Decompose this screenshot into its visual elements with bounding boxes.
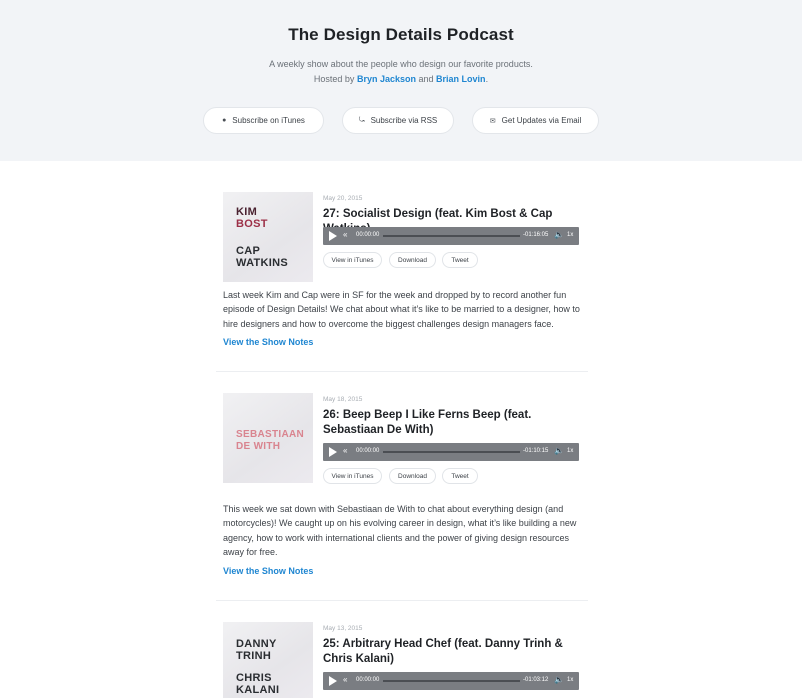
episode-cover[interactable]: KIM BOST CAP WATKINS [223,192,313,282]
view-in-itunes-button[interactable]: View in iTunes [323,252,382,268]
subscribe-rss-label: Subscribe via RSS [370,116,438,125]
rewind-icon[interactable]: « [343,675,347,684]
host-link-brian[interactable]: Brian Lovin [436,74,486,84]
hosts-line: Hosted by Bryn Jackson and Brian Lovin. [0,72,802,87]
episode-description: This week we sat down with Sebastiaan de… [223,504,577,557]
episode-cover[interactable]: SEBASTIAAN DE WITH [223,393,313,483]
tagline-text: A weekly show about the people who desig… [269,59,533,69]
microphone-icon: ● [222,117,227,124]
envelope-icon: ✉ [489,117,496,125]
play-icon[interactable] [329,676,337,686]
show-notes-link[interactable]: View the Show Notes [223,566,313,576]
view-in-itunes-button[interactable]: View in iTunes [323,468,382,484]
cover-line: WATKINS [236,257,289,269]
progress-track[interactable] [383,680,520,682]
current-time: 00:00:00 [356,448,380,454]
remaining-time: -01:10:15 [523,448,549,454]
cover-line: SEBASTIAAN [236,429,305,440]
episode-title[interactable]: 25: Arbitrary Head Chef (feat. Danny Tri… [323,637,585,667]
cover-text-bottom: CAP WATKINS [236,245,288,269]
episode-date: May 18, 2015 [323,396,363,403]
download-button[interactable]: Download [389,252,436,268]
cover-line: KALANI [236,684,280,696]
episode-description: Last week Kim and Cap were in SF for the… [223,290,580,329]
page-title: The Design Details Podcast [288,25,514,44]
download-button[interactable]: Download [389,468,436,484]
playback-speed[interactable]: 1x [567,448,573,454]
progress-track[interactable] [383,451,520,453]
cover-text-bottom: CHRIS KALANI [236,672,279,696]
period: . [485,74,489,84]
cover-text-top: KIM BOST [236,206,268,230]
volume-icon[interactable]: 🔈 [554,230,564,239]
volume-icon[interactable]: 🔈 [554,675,564,684]
cover-text-top: DANNY TRINH [236,638,277,662]
show-notes-link[interactable]: View the Show Notes [223,337,313,347]
cover-line: KIM [236,206,258,218]
subscribe-itunes-button[interactable]: ● Subscribe on iTunes [203,107,324,134]
rewind-icon[interactable]: « [343,446,347,455]
cover-line: DANNY [236,638,277,650]
cover-line: CAP [236,245,261,257]
subscribe-email-label: Get Updates via Email [501,116,582,125]
rss-icon: ⤿ [358,116,365,124]
divider [216,371,588,372]
subscribe-rss-button[interactable]: ⤿ Subscribe via RSS [342,107,454,134]
play-icon[interactable] [329,447,337,457]
audio-player: « 00:00:00 -01:16:05 🔈 1x [323,227,579,245]
subscribe-itunes-label: Subscribe on iTunes [232,116,305,125]
cover-line: TRINH [236,650,272,662]
cover-line: CHRIS [236,672,272,684]
remaining-time: -01:16:05 [523,232,549,238]
volume-icon[interactable]: 🔈 [554,446,564,455]
playback-speed[interactable]: 1x [567,232,573,238]
divider [216,600,588,601]
progress-track[interactable] [383,235,520,237]
audio-player: « 00:00:00 -01:03:12 🔈 1x [323,672,579,690]
current-time: 00:00:00 [356,232,380,238]
playback-speed[interactable]: 1x [567,677,573,683]
subscribe-email-button[interactable]: ✉ Get Updates via Email [472,107,599,134]
current-time: 00:00:00 [356,677,380,683]
host-link-bryn[interactable]: Bryn Jackson [357,74,416,84]
cover-line: DE WITH [236,441,281,452]
header-hero: The Design Details Podcast A weekly show… [0,0,802,161]
episode-date: May 20, 2015 [323,195,363,202]
play-icon[interactable] [329,231,337,241]
cover-line: BOST [236,218,268,230]
episode-cover[interactable]: DANNY TRINH CHRIS KALANI [223,622,313,698]
and-label: and [418,74,434,84]
rewind-icon[interactable]: « [343,230,347,239]
hosted-by-label: Hosted by [313,74,355,84]
tagline: A weekly show about the people who desig… [0,57,802,87]
tweet-button[interactable]: Tweet [442,252,478,268]
episode-date: May 13, 2015 [323,625,363,632]
audio-player: « 00:00:00 -01:10:15 🔈 1x [323,443,579,461]
tweet-button[interactable]: Tweet [442,468,478,484]
cover-text-top: SEBASTIAAN DE WITH [236,429,304,453]
remaining-time: -01:03:12 [523,677,549,683]
episode-title[interactable]: 26: Beep Beep I Like Ferns Beep (feat. S… [323,408,585,438]
